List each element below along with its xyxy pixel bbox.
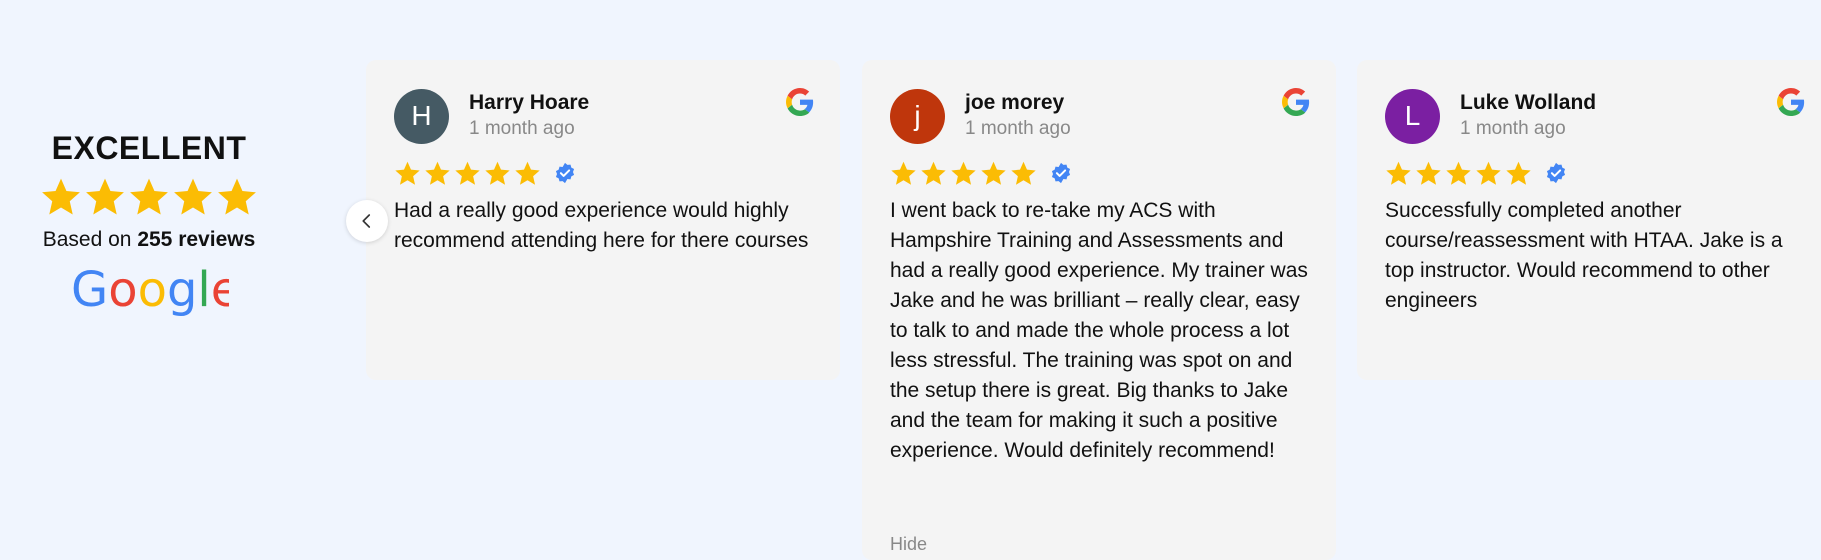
review-time: 1 month ago [469, 118, 575, 139]
star-icon [981, 161, 1006, 185]
star-icon [921, 161, 946, 185]
star-icon [891, 161, 916, 185]
reviewer-name[interactable]: Harry Hoare [469, 90, 589, 116]
review-text: Had a really good experience would highl… [394, 199, 809, 252]
verified-badge-icon [1546, 162, 1566, 184]
star-icon [174, 178, 212, 215]
google-g-icon [1282, 88, 1310, 116]
review-card: j joe morey 1 month ago I went back to r… [862, 60, 1336, 560]
chevron-left-icon [362, 214, 371, 228]
star-icon [1446, 161, 1471, 185]
avatar: H [394, 88, 449, 144]
google-logo: Google [0, 260, 298, 316]
review-card: L Luke Wolland 1 month ago Successfully … [1357, 60, 1821, 380]
verified-badge-icon [555, 162, 575, 184]
hide-link[interactable]: Hide [890, 534, 927, 555]
based-prefix: Based on [42, 228, 132, 251]
star-icon [515, 161, 540, 185]
star-icon [395, 161, 420, 185]
review-stars [890, 160, 1308, 186]
rating-summary: EXCELLENT Based on 255 reviews Google [0, 128, 298, 316]
review-time: 1 month ago [965, 118, 1071, 139]
star-icon [425, 161, 450, 185]
star-icon [130, 178, 168, 215]
star-icon [42, 178, 80, 215]
carousel-prev-button[interactable] [346, 200, 388, 242]
google-g-icon [786, 88, 814, 116]
star-icon [1506, 161, 1531, 185]
review-card: H Harry Hoare 1 month ago Had a really g… [366, 60, 840, 380]
review-text: I went back to re-take my ACS with Hamps… [890, 199, 1308, 462]
star-icon [86, 178, 124, 215]
svg-text:Google: Google [71, 262, 229, 316]
review-text: Successfully completed another course/re… [1385, 199, 1783, 312]
star-icon [1011, 161, 1036, 185]
avatar-initial: j [914, 100, 921, 131]
star-icon [1416, 161, 1441, 185]
star-icon [951, 161, 976, 185]
star-icon [1476, 161, 1501, 185]
review-stars [1385, 160, 1803, 186]
reviews-count: 255 reviews [137, 228, 256, 251]
reviewer-name[interactable]: joe morey [965, 90, 1071, 116]
review-time: 1 month ago [1460, 118, 1566, 139]
reviewer-name[interactable]: Luke Wolland [1460, 90, 1596, 116]
avatar: j [890, 88, 945, 144]
based-on-text: Based on 255 reviews [0, 226, 298, 254]
star-icon [218, 178, 256, 215]
avatar: L [1385, 88, 1440, 144]
star-icon [1386, 161, 1411, 185]
review-stars [394, 160, 812, 186]
verified-badge-icon [1051, 162, 1071, 184]
google-g-icon [1777, 88, 1805, 116]
rating-word: EXCELLENT [51, 130, 247, 166]
summary-stars [0, 176, 298, 222]
avatar-initial: H [411, 100, 432, 131]
avatar-initial: L [1404, 100, 1421, 131]
star-icon [485, 161, 510, 185]
star-icon [455, 161, 480, 185]
